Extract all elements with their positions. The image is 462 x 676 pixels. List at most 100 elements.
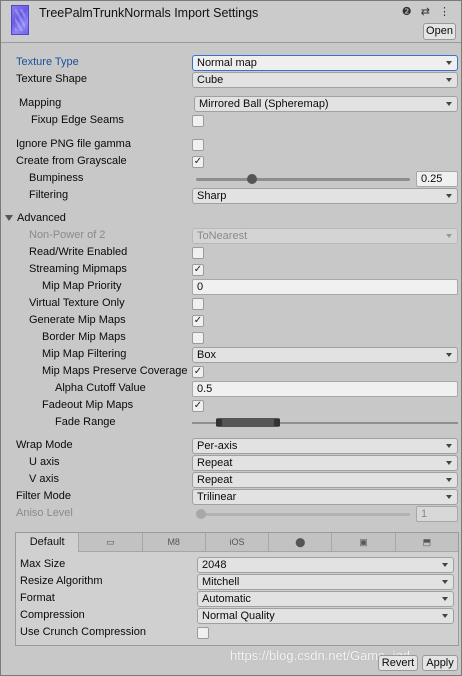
chevron-down-icon (446, 353, 452, 357)
generate-mip-maps-checkbox[interactable]: ✓ (192, 315, 204, 327)
texture-type-label: Texture Type (16, 56, 79, 68)
streaming-mipmaps-checkbox[interactable]: ✓ (192, 264, 204, 276)
tab-html5[interactable]: ⬒ (395, 533, 458, 552)
use-crunch-row: Use Crunch Compression (16, 625, 458, 642)
mip-map-filtering-row: Mip Map Filtering Box (0, 347, 462, 364)
texture-type-value: Normal map (197, 57, 257, 69)
texture-type-dropdown[interactable]: Normal map (192, 55, 458, 71)
mip-map-priority-field[interactable]: 0 (192, 279, 458, 295)
create-from-grayscale-row: Create from Grayscale ✓ (0, 154, 462, 171)
fixup-edge-seams-checkbox[interactable] (192, 115, 204, 127)
chevron-down-icon (442, 563, 448, 567)
fade-range-row: Fade Range (0, 415, 462, 432)
bumpiness-slider-track[interactable] (196, 178, 410, 181)
compression-label: Compression (20, 609, 85, 621)
tab-standalone[interactable]: ▭ (79, 533, 143, 552)
ignore-png-gamma-label: Ignore PNG file gamma (16, 138, 131, 150)
mapping-row: Mapping Mirrored Ball (Spheremap) (0, 96, 462, 113)
chevron-down-icon (446, 461, 452, 465)
texture-shape-row: Texture Shape Cube (0, 72, 462, 89)
fade-range-handle[interactable] (216, 418, 280, 427)
apply-button[interactable]: Apply (422, 655, 458, 671)
filter-mode-label: Filter Mode (16, 490, 72, 502)
bumpiness-slider-thumb[interactable] (247, 174, 257, 184)
mip-maps-preserve-coverage-label: Mip Maps Preserve Coverage (42, 365, 188, 377)
aniso-level-value-field: 1 (416, 506, 458, 522)
u-axis-row: U axis Repeat (0, 455, 462, 472)
aniso-level-slider-thumb (196, 509, 206, 519)
read-write-enabled-checkbox[interactable] (192, 247, 204, 259)
inspector-header: TreePalmTrunkNormals Import Settings ❷ ⇄… (1, 1, 461, 43)
create-from-grayscale-checkbox[interactable]: ✓ (192, 156, 204, 168)
wrap-mode-value: Per-axis (197, 440, 238, 452)
mip-maps-preserve-coverage-checkbox[interactable]: ✓ (192, 366, 204, 378)
generate-mip-maps-row: Generate Mip Maps ✓ (0, 313, 462, 330)
chevron-down-icon (446, 194, 452, 198)
resize-algorithm-row: Resize Algorithm Mitchell (16, 574, 458, 591)
texture-type-row: Texture Type Normal map (0, 55, 462, 72)
u-axis-label: U axis (29, 456, 60, 468)
bumpiness-value-field[interactable]: 0.25 (416, 171, 458, 187)
non-power-of-2-label: Non-Power of 2 (29, 229, 106, 241)
mapping-dropdown[interactable]: Mirrored Ball (Spheremap) (194, 96, 458, 112)
alpha-cutoff-value-field[interactable]: 0.5 (192, 381, 458, 397)
tab-ios[interactable]: iOS (205, 533, 270, 552)
filtering-label: Filtering (29, 189, 69, 201)
non-power-of-2-value: ToNearest (197, 230, 248, 242)
compression-row: Compression Normal Quality (16, 608, 458, 625)
virtual-texture-only-checkbox[interactable] (192, 298, 204, 310)
v-axis-dropdown[interactable]: Repeat (192, 472, 458, 488)
advanced-foldout-header[interactable]: Advanced (5, 212, 66, 224)
resize-algorithm-dropdown[interactable]: Mitchell (197, 574, 454, 590)
format-dropdown[interactable]: Automatic (197, 591, 454, 607)
fadeout-mip-maps-label: Fadeout Mip Maps (42, 399, 134, 411)
ignore-png-gamma-checkbox[interactable] (192, 139, 204, 151)
non-power-of-2-row: Non-Power of 2 ToNearest (0, 228, 462, 245)
v-axis-label: V axis (29, 473, 59, 485)
max-size-dropdown[interactable]: 2048 (197, 557, 454, 573)
platform-settings-panel: Default ▭ M8 iOS ⬤ ▣ ⬒ Max Size 2048 Res… (15, 532, 459, 646)
tab-android[interactable]: ▣ (332, 533, 396, 552)
aniso-level-label: Aniso Level (16, 507, 73, 519)
normal-map-texture-icon (11, 5, 29, 35)
virtual-texture-only-label: Virtual Texture Only (29, 297, 125, 309)
use-crunch-label: Use Crunch Compression (20, 626, 146, 638)
platform-tabs: Default ▭ M8 iOS ⬤ ▣ ⬒ (16, 533, 458, 552)
border-mip-maps-label: Border Mip Maps (42, 331, 126, 343)
u-axis-dropdown[interactable]: Repeat (192, 455, 458, 471)
u-axis-value: Repeat (197, 457, 233, 469)
mapping-label: Mapping (19, 97, 62, 109)
tab-webgl[interactable]: M8 (142, 533, 206, 552)
texture-shape-label: Texture Shape (16, 73, 87, 85)
filtering-dropdown[interactable]: Sharp (192, 188, 458, 204)
tab-tvos[interactable]: ⬤ (269, 533, 333, 552)
texture-shape-dropdown[interactable]: Cube (192, 72, 458, 88)
open-button[interactable]: Open (423, 23, 456, 40)
filter-mode-dropdown[interactable]: Trilinear (192, 489, 458, 505)
chevron-down-icon (446, 61, 452, 65)
resize-algorithm-value: Mitchell (202, 576, 240, 588)
chevron-down-icon (446, 78, 452, 82)
max-size-label: Max Size (20, 558, 66, 570)
border-mip-maps-checkbox[interactable] (192, 332, 204, 344)
header-menu-icons[interactable]: ❷ ⇄ ⋮ (402, 5, 453, 18)
filtering-value: Sharp (197, 190, 227, 202)
fadeout-mip-maps-checkbox[interactable]: ✓ (192, 400, 204, 412)
fadeout-mip-maps-row: Fadeout Mip Maps ✓ (0, 398, 462, 415)
ignore-png-gamma-row: Ignore PNG file gamma (0, 137, 462, 154)
use-crunch-checkbox[interactable] (197, 627, 209, 639)
texture-shape-value: Cube (197, 74, 224, 86)
bumpiness-row: Bumpiness 0.25 (0, 171, 462, 188)
format-value: Automatic (202, 593, 251, 605)
tab-default[interactable]: Default (16, 533, 80, 552)
revert-button[interactable]: Revert (378, 655, 418, 671)
mip-map-filtering-value: Box (197, 349, 216, 361)
wrap-mode-row: Wrap Mode Per-axis (0, 438, 462, 455)
chevron-down-icon (446, 444, 452, 448)
wrap-mode-dropdown[interactable]: Per-axis (192, 438, 458, 454)
compression-dropdown[interactable]: Normal Quality (197, 608, 454, 624)
mip-map-filtering-dropdown[interactable]: Box (192, 347, 458, 363)
mip-map-filtering-label: Mip Map Filtering (42, 348, 127, 360)
advanced-foldout[interactable]: Advanced (0, 211, 462, 228)
foldout-arrow-icon (5, 215, 13, 222)
